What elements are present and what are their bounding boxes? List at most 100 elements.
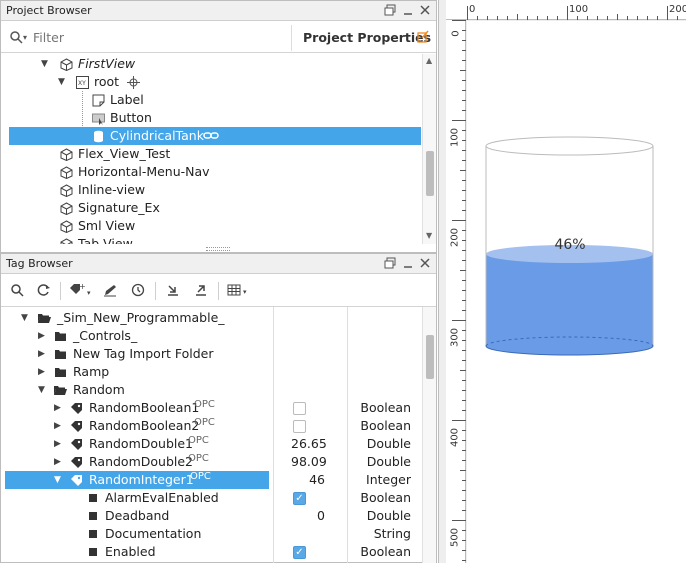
collapse-arrow-icon[interactable]: ▶ — [38, 327, 45, 345]
expand-arrow-icon[interactable]: ▼ — [41, 55, 48, 73]
tank-top-rim — [485, 136, 654, 156]
collapse-arrow-icon[interactable]: ▶ — [38, 363, 45, 381]
tree-item-sml-view[interactable]: Sml View — [1, 217, 419, 235]
project-properties-button[interactable]: Project Properties — [303, 30, 431, 45]
panel-title: Project Browser — [6, 4, 92, 17]
refresh-icon[interactable] — [36, 283, 52, 299]
tag-random-boolean2[interactable]: ▶ RandomBoolean2 OPC Boolean — [1, 417, 419, 435]
tag-label: Deadband — [105, 508, 170, 523]
ruler-label: 400 — [449, 427, 461, 448]
scroll-up-icon[interactable]: ▲ — [426, 56, 432, 65]
link-icon — [203, 129, 219, 142]
tree-item-label: CylindricalTank — [110, 128, 204, 143]
tag-source: OPC — [190, 471, 211, 482]
value-checkbox-checked[interactable]: ✓ — [293, 546, 306, 559]
expand-arrow-icon[interactable]: ▼ — [21, 309, 28, 327]
export-icon[interactable] — [193, 283, 209, 299]
close-panel-icon[interactable] — [419, 4, 431, 19]
tag-type: Boolean — [360, 400, 411, 415]
tag-prop-enabled[interactable]: Enabled ✓ Boolean — [1, 543, 419, 561]
import-icon[interactable] — [165, 283, 181, 299]
toolbar-separator — [155, 282, 156, 300]
expand-arrow-icon[interactable]: ▼ — [54, 471, 61, 489]
value-checkbox[interactable] — [293, 402, 306, 415]
tree-item-label: Horizontal-Menu-Nav — [78, 164, 210, 179]
minimize-panel-icon[interactable] — [402, 4, 414, 19]
tree-item-horizontal-menu-nav[interactable]: Horizontal-Menu-Nav — [1, 163, 419, 181]
scrollbar-thumb[interactable] — [426, 151, 434, 196]
tag-label: RandomBoolean1 — [89, 400, 200, 415]
filter-input[interactable] — [33, 27, 283, 47]
divider — [291, 25, 292, 51]
tag-folder-controls[interactable]: ▶ _Controls_ — [1, 327, 419, 345]
ruler-label: 300 — [449, 327, 461, 348]
tree-item-firstview[interactable]: ▼ FirstView — [1, 55, 419, 73]
close-panel-icon[interactable] — [419, 257, 431, 272]
vertical-scrollbar[interactable] — [422, 307, 436, 563]
scrollbar-thumb[interactable] — [426, 335, 434, 379]
collapse-arrow-icon[interactable]: ▶ — [54, 453, 61, 471]
tag-prop-deadband[interactable]: Deadband 0 Double — [1, 507, 419, 525]
tree-item-inline-view[interactable]: Inline-view — [1, 181, 419, 199]
tag-random-integer1[interactable]: ▼ RandomInteger1 OPC 46 Integer — [1, 471, 419, 489]
tag-source: OPC — [188, 435, 209, 446]
edit-tag-icon[interactable] — [102, 283, 118, 299]
add-tag-icon[interactable]: + ▾ — [68, 282, 96, 299]
tree-item-cylindricaltank[interactable]: CylindricalTank — [9, 127, 421, 145]
panel-title: Tag Browser — [6, 257, 73, 270]
collapse-arrow-icon[interactable]: ▶ — [54, 417, 61, 435]
value-checkbox-checked[interactable]: ✓ — [293, 492, 306, 505]
tag-label: RandomDouble2 — [89, 454, 193, 469]
label-component-icon — [92, 94, 105, 107]
view-cube-icon — [60, 148, 73, 162]
tag-label: AlarmEvalEnabled — [105, 490, 219, 505]
tag-label: _Controls_ — [73, 328, 138, 343]
search-icon — [9, 30, 23, 47]
search-icon[interactable] — [9, 283, 25, 299]
history-icon[interactable] — [130, 283, 146, 299]
scroll-down-icon[interactable]: ▼ — [426, 231, 432, 240]
collapse-arrow-icon[interactable]: ▶ — [54, 399, 61, 417]
edit-icon[interactable] — [416, 29, 430, 46]
tree-item-flex-view-test[interactable]: Flex_View_Test — [1, 145, 419, 163]
resize-handle[interactable] — [206, 247, 230, 251]
tree-item-signature-ex[interactable]: Signature_Ex — [1, 199, 419, 217]
tag-type: Integer — [366, 472, 411, 487]
tag-value: 46 — [309, 472, 325, 487]
tag-folder-new-tag-import[interactable]: ▶ New Tag Import Folder — [1, 345, 419, 363]
tag-type: Double — [366, 454, 411, 469]
target-icon — [127, 76, 140, 89]
tag-type: String — [373, 526, 411, 541]
folder-icon — [54, 366, 67, 379]
tag-label: New Tag Import Folder — [73, 346, 214, 361]
tag-random-double1[interactable]: ▶ RandomDouble1 OPC 26.65 Double — [1, 435, 419, 453]
tag-folder-ramp[interactable]: ▶ Ramp — [1, 363, 419, 381]
collapse-arrow-icon[interactable]: ▶ — [38, 345, 45, 363]
tag-prop-documentation[interactable]: Documentation String — [1, 525, 419, 543]
tree-item-label-component[interactable]: Label — [1, 91, 419, 109]
svg-text:+: + — [79, 283, 86, 291]
ruler-label: 200 — [669, 4, 686, 15]
ruler-label: 0 — [469, 4, 476, 15]
cylindrical-tank[interactable]: 46% — [467, 21, 686, 563]
tree-item-root[interactable]: ▼ XY root — [1, 73, 419, 91]
vertical-scrollbar[interactable]: ▲ ▼ — [422, 54, 436, 244]
tree-item-button[interactable]: Button — [1, 109, 419, 127]
view-canvas[interactable]: 46% — [467, 21, 686, 563]
value-checkbox[interactable] — [293, 420, 306, 433]
expand-arrow-icon[interactable]: ▼ — [58, 73, 65, 91]
project-tree: ▼ FirstView ▼ XY root Label Button Cylin… — [1, 54, 421, 244]
tag-folder-sim-new-programmable[interactable]: ▼ _Sim_New_Programmable_ — [1, 309, 419, 327]
collapse-arrow-icon[interactable]: ▶ — [54, 435, 61, 453]
tree-item-tab-view[interactable]: Tab View — [1, 235, 419, 244]
view-cube-icon — [60, 58, 73, 72]
expand-arrow-icon[interactable]: ▼ — [38, 381, 45, 399]
tag-prop-alarm-eval-enabled[interactable]: AlarmEvalEnabled ✓ Boolean — [1, 489, 419, 507]
chevron-down-icon[interactable]: ▾ — [23, 33, 27, 42]
float-panel-icon[interactable] — [384, 257, 396, 272]
minimize-panel-icon[interactable] — [402, 257, 414, 272]
view-cube-icon — [60, 202, 73, 216]
tag-value: 0 — [317, 508, 325, 523]
table-view-icon[interactable]: ▾ — [227, 283, 253, 299]
float-panel-icon[interactable] — [384, 4, 396, 19]
